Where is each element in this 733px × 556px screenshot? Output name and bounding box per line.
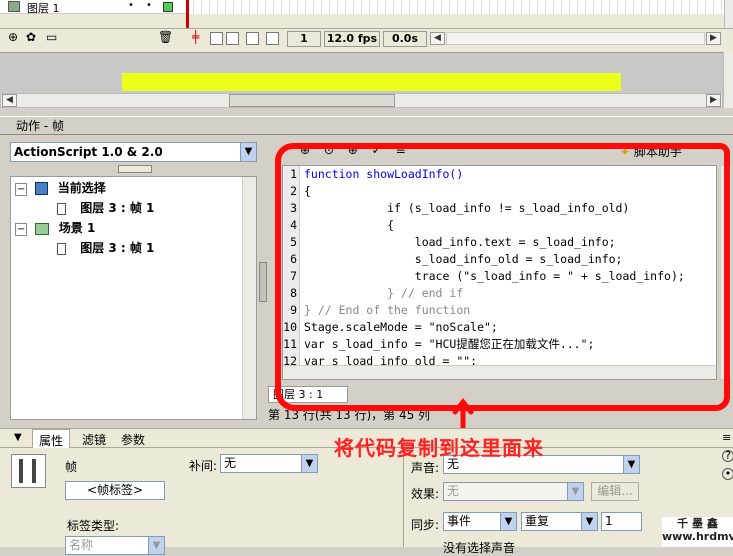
current-frame: 1 (287, 31, 321, 47)
playhead[interactable] (186, 0, 189, 28)
chevron-down-icon[interactable]: ▼ (623, 456, 639, 473)
frame-label: 帧 (65, 460, 78, 474)
tab-filters[interactable]: 滤镜 (82, 431, 106, 448)
timeline-hscroll[interactable] (446, 32, 705, 45)
label-type-value: 名称 (69, 538, 94, 552)
annotation-text: 将代码复制到这里面来 (334, 436, 544, 460)
timeline-panel: 图层 1 • • ⊕ ✿ ▭ 🗑 ╪ 1 12.0 fps 0.0s ◀ ▶ (0, 0, 733, 52)
frame-tag-input[interactable]: <帧标签> (65, 481, 165, 500)
elapsed-time: 0.0s (383, 31, 427, 47)
stage-vscroll[interactable] (723, 52, 733, 108)
collapse-arrow-icon[interactable]: ▼ (14, 432, 22, 443)
timeline-toolbar: ⊕ ✿ ▭ 🗑 ╪ 1 12.0 fps 0.0s ◀ ▶ (0, 28, 733, 48)
stage-hscroll[interactable]: ◀ ▶ (0, 93, 723, 108)
actions-panel-title: 动作 - 帧 (16, 119, 64, 133)
repeat-select[interactable]: 重复 ▼ (521, 512, 598, 531)
no-sound-text: 没有选择声音 (443, 541, 516, 555)
chevron-down-icon[interactable]: ▼ (567, 483, 583, 500)
divider (403, 448, 404, 547)
tree-item-current[interactable]: − 当前选择 (15, 178, 106, 198)
layer-name: 图层 1 (27, 2, 60, 15)
add-folder-icon[interactable]: ▭ (46, 30, 57, 44)
add-layer-icon[interactable]: ⊕ (8, 30, 18, 44)
layer-icon (8, 1, 20, 12)
sound-label: 声音: (411, 461, 440, 475)
timeline-vscroll[interactable] (724, 0, 733, 28)
properties-panel: 帧 <帧标签> 标签类型: 名称 ▼ 补间: 无 ▼ 声音: 无 ▼ 效果: 无… (0, 448, 733, 555)
outline-color-icon[interactable] (163, 2, 173, 12)
tween-label: 补间: (189, 459, 218, 473)
sync-select[interactable]: 事件 ▼ (443, 512, 517, 531)
onion-markers-icon[interactable] (266, 32, 279, 45)
chevron-down-icon[interactable]: ▼ (500, 513, 516, 530)
highlight-box (275, 143, 730, 411)
options-icon[interactable]: ≡ (722, 431, 731, 444)
effect-label: 效果: (411, 487, 440, 501)
tab-parameters[interactable]: 参数 (121, 431, 145, 448)
chevron-down-icon[interactable]: ▼ (148, 537, 164, 554)
arrow-up-icon (452, 397, 474, 433)
center-frame-icon[interactable]: ╪ (192, 30, 199, 44)
watermark: 千 墨 鑫 www.hrdmv.com (662, 517, 733, 547)
script-navigator: − 当前选择 图层 3 : 帧 1 − 场景 1 图层 3 : 帧 1 (10, 176, 257, 420)
effect-value: 无 (447, 484, 460, 498)
frame-icon (57, 202, 66, 215)
chevron-down-icon[interactable]: ▼ (240, 143, 256, 161)
script-version-label: ActionScript 1.0 & 2.0 (14, 145, 163, 159)
panel-collapse-handle[interactable] (259, 262, 267, 302)
stage-scroll-thumb[interactable] (229, 94, 395, 107)
add-guide-icon[interactable]: ✿ (26, 30, 36, 44)
repeat-count-input[interactable]: 1 (601, 512, 642, 531)
scroll-left-icon[interactable]: ◀ (430, 32, 445, 45)
frame-rate[interactable]: 12.0 fps (324, 31, 380, 47)
tree-label: 图层 3 : 帧 1 (80, 241, 155, 255)
label-type-select[interactable]: 名称 ▼ (65, 536, 165, 555)
tree-item-layer[interactable]: 图层 3 : 帧 1 (57, 238, 154, 258)
stage-scroll-right-icon[interactable]: ▶ (706, 94, 721, 107)
sync-label: 同步: (411, 518, 440, 532)
visibility-dot-icon[interactable]: • (128, 0, 134, 11)
tree-label: 图层 3 : 帧 1 (80, 201, 155, 215)
onion-skin-icon[interactable] (210, 32, 223, 45)
scroll-right-icon[interactable]: ▶ (706, 32, 721, 45)
tree-label: 当前选择 (57, 181, 106, 195)
frame-icon (57, 242, 66, 255)
sync-value: 事件 (447, 514, 472, 528)
tween-select[interactable]: 无 ▼ (220, 454, 318, 473)
chevron-down-icon[interactable]: ▼ (301, 455, 317, 472)
lock-dot-icon[interactable]: • (146, 0, 152, 11)
frame-thumbnail-icon (11, 454, 46, 488)
tree-vscroll[interactable] (242, 177, 256, 419)
edit-multiple-icon[interactable] (246, 32, 259, 45)
frames-track[interactable] (186, 0, 724, 14)
actions-panel-header[interactable]: 动作 - 帧 (0, 116, 733, 135)
collapse-icon[interactable]: − (15, 223, 28, 236)
tree-item-layer[interactable]: 图层 3 : 帧 1 (57, 198, 154, 218)
collapse-icon[interactable]: − (15, 183, 28, 196)
delete-layer-icon[interactable]: 🗑 (158, 30, 173, 44)
stage-scroll-left-icon[interactable]: ◀ (2, 94, 17, 107)
stage-yellow-bar (122, 73, 621, 91)
help-icon[interactable]: ? (722, 450, 733, 462)
edit-button[interactable]: 编辑... (591, 482, 639, 501)
tween-value: 无 (224, 456, 237, 470)
effect-select[interactable]: 无 ▼ (443, 482, 584, 501)
tab-properties[interactable]: 属性 (32, 429, 71, 448)
chevron-down-icon[interactable]: ▼ (581, 513, 597, 530)
scene-icon (34, 222, 49, 235)
tree-item-scene[interactable]: − 场景 1 (15, 218, 95, 238)
onion-outline-icon[interactable] (226, 32, 239, 45)
splitter-handle[interactable] (118, 165, 152, 173)
label-type-label: 标签类型: (67, 519, 120, 533)
selection-icon (34, 182, 48, 195)
tree-label: 场景 1 (58, 221, 96, 235)
script-version-dropdown[interactable]: ActionScript 1.0 & 2.0 ▼ (10, 142, 257, 162)
layer-row[interactable]: 图层 1 • • (0, 0, 186, 15)
repeat-value: 重复 (525, 514, 550, 528)
accessibility-icon[interactable]: • (722, 468, 733, 480)
